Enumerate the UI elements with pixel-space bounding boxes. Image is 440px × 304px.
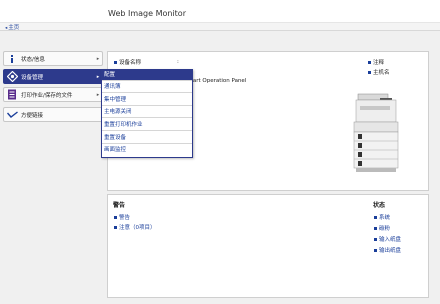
status-item-label: 系统 [379,215,391,221]
alerts-status-panel: 警告 警告 注意（0项目） 状态 系统 碳粉 输入纸盘 输出纸盘 [107,194,429,298]
sidebar-item-label: 方便链接 [21,112,44,119]
menu-item-main-power-off[interactable]: 主电源关闭 [102,107,192,118]
bullet-icon [374,248,377,252]
sidebar-item-label: 设备管理 [21,74,44,81]
alert-warning-link[interactable]: 警告 [114,213,130,221]
status-item-label: 碳粉 [379,226,391,232]
menu-item-reset-device[interactable]: 重置设备 [102,133,192,144]
sidebar-item-label: 状态/信息 [21,56,45,63]
sidebar-item-device-management[interactable]: 设备管理 ▸ [3,69,103,84]
alert-caution-link[interactable]: 注意（0项目） [114,223,156,231]
info-icon [5,52,19,65]
bullet-icon [114,60,117,64]
device-name-label: 设备名称 [119,60,142,66]
header-bar: Web Image Monitor [0,0,440,22]
bullet-icon [114,225,117,229]
sidebar-item-label: 打印作业/保存的文件 [21,92,73,99]
comment-label: 注释 [373,60,385,66]
menu-item-screen-monitoring[interactable]: 画面监控 [102,145,192,156]
breadcrumb-bar: ◂主页 [0,22,440,31]
bullet-icon [368,70,371,74]
alert-item-label: 警告 [119,215,131,221]
host-row: 主机名 [368,68,390,76]
menu-item-address-book[interactable]: 通讯簿 [102,82,192,93]
app-title: Web Image Monitor [108,9,186,18]
link-icon [5,108,19,121]
status-item-label: 输入纸盘 [379,237,402,243]
device-name-row: 设备名称 : [114,58,179,66]
status-system-link[interactable]: 系统 [374,213,390,221]
device-management-menu: 配置 通讯簿 集中管理 主电源关闭 重置打印机作业 重置设备 画面监控 [101,69,193,158]
bullet-icon [368,60,371,64]
menu-item-configuration[interactable]: 配置 [102,70,192,81]
home-link[interactable]: ◂主页 [5,23,19,31]
status-input-tray-link[interactable]: 输入纸盘 [374,235,401,243]
product-name: Smart Operation Panel [184,78,247,84]
device-name-colon: : [177,59,179,65]
status-title: 状态 [373,202,386,209]
bullet-icon [374,226,377,230]
bullet-icon [374,215,377,219]
alert-item-label: 注意（0项目） [119,225,156,231]
comment-row: 注释 [368,58,384,66]
sidebar-item-print-jobs[interactable]: 打印作业/保存的文件 ▸ [3,87,103,102]
menu-item-reset-printer-job[interactable]: 重置打印机作业 [102,120,192,131]
chevron-right-icon: ▸ [96,55,100,62]
status-toner-link[interactable]: 碳粉 [374,224,390,232]
menu-item-central-management[interactable]: 集中管理 [102,95,192,106]
printer-image [353,93,399,172]
bullet-icon [374,237,377,241]
bullet-icon [114,215,117,219]
alerts-title: 警告 [113,202,126,209]
status-item-label: 输出纸盘 [379,248,402,254]
print-job-icon [5,88,19,101]
host-label: 主机名 [373,70,390,76]
sidebar-item-convenient-links[interactable]: 方便链接 [3,107,103,122]
sidebar-item-status-info[interactable]: 状态/信息 ▸ [3,51,103,66]
status-output-tray-link[interactable]: 输出纸盘 [374,246,401,254]
device-settings-icon [5,70,19,83]
